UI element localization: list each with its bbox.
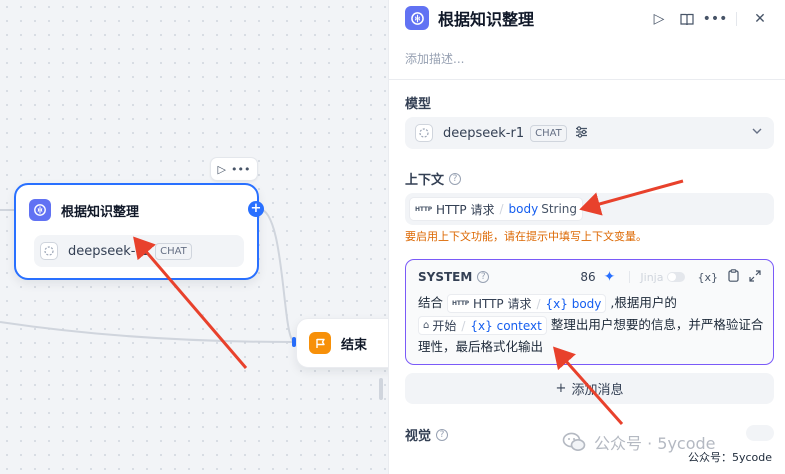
system-prompt-text[interactable]: 结合 HTTP HTTP 请求 / {x} body ,根据用户的 ⌂ 开始 /… <box>418 292 766 358</box>
token-count: 86 <box>580 270 596 284</box>
help-icon[interactable]: ? <box>449 172 462 185</box>
context-warning: 要启用上下文功能，请在提示中填写上下文变量。 <box>405 230 647 243</box>
canvas-scrollbar[interactable] <box>379 378 383 400</box>
jinja-toggle[interactable] <box>667 272 686 282</box>
divider <box>736 12 737 26</box>
brain-icon <box>29 199 51 221</box>
context-label: 上下文 ? <box>405 169 462 188</box>
add-next-node-handle[interactable]: + <box>248 201 264 217</box>
model-icon <box>40 242 58 260</box>
http-icon: HTTP <box>415 205 432 213</box>
model-mode-badge: CHAT <box>530 124 567 142</box>
home-icon: ⌂ <box>423 319 430 331</box>
run-icon[interactable]: ▷ <box>648 8 670 30</box>
model-selector[interactable]: deepseek-r1 CHAT <box>405 117 774 149</box>
panel-title[interactable]: 根据知识整理 <box>438 6 534 30</box>
wechat-icon <box>562 432 586 451</box>
close-icon[interactable]: ✕ <box>749 8 771 30</box>
sliders-icon[interactable] <box>575 125 588 141</box>
more-icon[interactable]: ••• <box>231 163 250 176</box>
prompt-variable-chip[interactable]: ⌂ 开始 / {x} context <box>418 316 547 335</box>
credit-text: 公众号：5ycode <box>684 449 775 465</box>
context-variable-chip[interactable]: HTTP HTTP 请求 / body String <box>409 197 584 221</box>
vision-label: 视觉 ? <box>405 425 449 444</box>
context-variable-field[interactable]: HTTP HTTP 请求 / body String <box>405 193 774 225</box>
help-icon[interactable]: ? <box>477 271 490 283</box>
llm-node-model: deepseek-r1 CHAT <box>34 235 244 267</box>
divider <box>389 79 785 80</box>
llm-node-title: 根据知识整理 <box>61 204 140 220</box>
node-settings-panel: 根据知识整理 ▷ ••• ✕ 添加描述... 模型 deepseek-r1 CH… <box>388 0 785 474</box>
run-node-icon[interactable]: ▷ <box>218 163 226 176</box>
model-mode-badge: CHAT <box>155 242 192 260</box>
edge-llm-to-end <box>258 208 295 343</box>
http-icon: HTTP <box>452 299 469 307</box>
model-icon <box>415 124 433 142</box>
divider <box>629 271 631 283</box>
end-node-title: 结束 <box>341 337 368 353</box>
node-toolbar: ▷ ••• <box>210 157 258 181</box>
clipboard-icon[interactable] <box>728 269 739 285</box>
book-icon[interactable] <box>676 8 698 30</box>
llm-node[interactable]: 根据知识整理 deepseek-r1 CHAT <box>14 183 259 280</box>
workflow-canvas[interactable]: ▷ ••• 根据知识整理 deepseek-r1 CHAT + 结束 <box>0 0 388 474</box>
end-node[interactable]: 结束 <box>296 318 388 368</box>
prompt-variable-chip[interactable]: HTTP HTTP 请求 / {x} body <box>447 294 607 313</box>
system-prompt-editor[interactable]: SYSTEM ? 86 ✦ Jinja {x} 结合 HTTP HTTP 请求 … <box>405 259 774 365</box>
insert-variable-icon[interactable]: {x} <box>697 271 718 284</box>
model-name: deepseek-r1 <box>68 243 150 259</box>
jinja-label: Jinja <box>640 270 664 284</box>
brain-icon <box>405 6 429 30</box>
prompt-role-label: SYSTEM <box>418 270 473 284</box>
model-name: deepseek-r1 <box>443 125 525 141</box>
sparkle-icon[interactable]: ✦ <box>604 269 616 285</box>
chevron-down-icon <box>752 126 762 137</box>
model-label: 模型 <box>405 97 432 112</box>
add-message-button[interactable]: + 添加消息 <box>405 373 774 404</box>
expand-icon[interactable] <box>749 269 761 285</box>
more-icon[interactable]: ••• <box>703 8 728 30</box>
end-flag-icon <box>309 332 331 354</box>
description-input[interactable]: 添加描述... <box>405 50 464 67</box>
edge-branch-to-end <box>0 321 295 343</box>
plus-icon: + <box>555 381 567 396</box>
help-icon[interactable]: ? <box>436 428 449 441</box>
vision-toggle[interactable] <box>746 425 774 441</box>
